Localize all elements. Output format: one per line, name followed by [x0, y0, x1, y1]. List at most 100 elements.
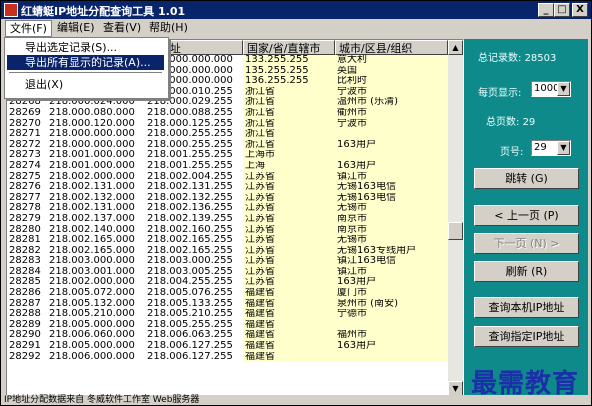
table-row[interactable]: 28285 218.002.000.000 218.004.255.255 江苏省 16…: [7, 277, 448, 289]
query-specified-ip-button[interactable]: 查询指定IP地址: [474, 326, 579, 347]
row-city: 163用户: [335, 160, 448, 172]
row-region: 江苏省: [243, 171, 335, 183]
table-row[interactable]: 28270 218.000.120.000 218.000.125.255 浙江省 宁波…: [7, 118, 448, 130]
menu-file[interactable]: 文件(F): [5, 20, 52, 37]
row-index: 28281: [9, 235, 41, 246]
dragonfly-icon: [4, 3, 18, 17]
table-row[interactable]: 28286 218.005.072.000 218.005.076.255 福建省 厦门…: [7, 288, 448, 299]
row-city: 163用户: [335, 341, 448, 352]
table-row[interactable]: 28290 218.006.060.000 218.006.063.255 福建省 福州…: [7, 330, 448, 342]
table-row[interactable]: 28277 218.002.132.000 218.002.132.255 江苏省 无锡…: [7, 192, 448, 204]
row-start-ip: 218.002.000.000: [49, 277, 135, 288]
page-number-select[interactable]: 29 ▼: [531, 140, 571, 156]
row-start-ip: 218.001.000.000: [49, 160, 135, 171]
table-row[interactable]: 28271 218.000.000.000 218.000.255.255 浙江省: [7, 129, 448, 140]
title-bar: 红蜻蜓IP地址分配查询工具 1.01 _ □ X: [1, 1, 591, 19]
table-row[interactable]: 28280 218.002.140.000 218.002.160.255 江苏省 南京…: [7, 224, 448, 236]
table-row[interactable]: 28273 218.001.000.000 218.001.255.255 上海市: [7, 150, 448, 161]
row-start-ip: 218.006.060.000: [49, 330, 135, 341]
row-city: 英国: [335, 65, 448, 77]
row-region: 浙江省: [243, 129, 335, 140]
table-row[interactable]: 28279 218.002.137.000 218.002.139.255 江苏省 南京…: [7, 213, 448, 225]
vertical-scrollbar[interactable]: ▲ ▼: [448, 40, 463, 396]
row-start-ip: 218.002.131.000: [49, 203, 135, 214]
dropdown-arrow-icon[interactable]: ▼: [557, 82, 570, 96]
row-index: 28278: [9, 203, 41, 214]
minimize-button[interactable]: _: [538, 3, 554, 17]
table-row[interactable]: 28292 218.006.000.000 218.006.127.255 福建省: [7, 351, 448, 363]
table-row[interactable]: 28275 218.002.000.000 218.002.004.255 江苏省 镇江…: [7, 171, 448, 183]
row-city: 无锡163专线用户: [335, 245, 448, 257]
menu-view[interactable]: 查看(V): [99, 20, 145, 36]
row-city: 无锡163电信: [335, 182, 448, 193]
row-region: 福建省: [243, 341, 335, 352]
table-row[interactable]: 28283 218.003.000.000 218.003.000.255 江苏省 镇江…: [7, 256, 448, 267]
menu-help[interactable]: 帮助(H): [145, 20, 192, 36]
table-row[interactable]: 28281 218.002.165.000 218.002.165.255 江苏省 无锡…: [7, 235, 448, 246]
row-start-ip: 218.002.165.000: [49, 245, 135, 256]
row-start-ip: 218.006.000.000: [49, 351, 135, 362]
table-row[interactable]: 28278 218.002.131.000 218.002.136.255 江苏省 无锡…: [7, 203, 448, 214]
column-header-region[interactable]: 国家/省/直辖市: [243, 40, 335, 55]
row-index: 28288: [9, 309, 41, 320]
jump-button[interactable]: 跳转 (G): [474, 168, 579, 189]
row-index: 28271: [9, 129, 41, 140]
table-row[interactable]: 28269 218.000.080.000 218.000.088.255 浙江省 衢州…: [7, 107, 448, 119]
close-button[interactable]: X: [572, 3, 588, 17]
previous-page-button[interactable]: < 上一页 (P): [474, 205, 579, 226]
row-index: 28269: [9, 107, 41, 118]
row-index: 28286: [9, 288, 41, 299]
row-start-ip: 218.002.140.000: [49, 224, 135, 235]
row-region: 浙江省: [243, 118, 335, 130]
table-row[interactable]: 28287 218.005.132.000 218.005.133.255 福建省 泉州…: [7, 298, 448, 310]
row-index: 28292: [9, 351, 41, 362]
per-page-select[interactable]: 1000 ▼: [531, 81, 571, 97]
dropdown-arrow-icon[interactable]: ▼: [557, 141, 570, 155]
menu-edit[interactable]: 编辑(E): [53, 20, 99, 36]
row-index: 28279: [9, 213, 41, 224]
exit-item[interactable]: 退出(X): [7, 77, 164, 92]
total-records-label: 总记录数: 28503: [478, 53, 557, 64]
per-page-label: 每页显示:: [478, 88, 522, 99]
row-start-ip: 218.002.165.000: [49, 235, 135, 246]
row-region: 133.255.255: [243, 55, 335, 66]
row-start-ip: 218.000.000.000: [49, 139, 135, 150]
table-row[interactable]: 28291 218.005.000.000 218.006.127.255 福建省 16…: [7, 341, 448, 352]
row-region: 上海: [243, 160, 335, 172]
export-all-records-item[interactable]: 导出所有显示的记录(A)...: [7, 55, 164, 70]
table-row[interactable]: 28288 218.005.210.000 218.005.210.255 福建省 宁德…: [7, 309, 448, 320]
total-pages-label: 总页数: 29: [486, 117, 536, 128]
column-header-city[interactable]: 城市/区县/组织: [335, 40, 448, 55]
status-bar: IP地址分配数据来自 冬威软件工作室 Web服务器: [1, 395, 591, 405]
table-body: 28264218.000.000.000133.255.255意大利282652…: [7, 55, 448, 396]
scroll-up-arrow-icon[interactable]: ▲: [448, 40, 463, 55]
row-end-ip: 218.000.255.255: [147, 129, 233, 140]
export-selected-records-item[interactable]: 导出选定记录(S)...: [7, 40, 164, 55]
table-row[interactable]: 28282 218.002.165.000 218.002.165.255 江苏省 无锡…: [7, 245, 448, 257]
row-city: 比利时: [335, 76, 448, 87]
row-start-ip: 218.000.120.000: [49, 118, 135, 129]
row-city: 163用户: [335, 139, 448, 151]
scroll-thumb[interactable]: [448, 222, 463, 240]
refresh-button[interactable]: 刷新 (R): [474, 261, 579, 282]
row-city: 衢州市: [335, 107, 448, 119]
table-row[interactable]: 28289 218.005.000.000 218.005.255.255 福建省: [7, 319, 448, 331]
maximize-button[interactable]: □: [554, 3, 570, 17]
table-row[interactable]: 28274 218.001.000.000 218.001.255.255 上海 163…: [7, 160, 448, 172]
row-end-ip: 218.003.005.255: [147, 266, 233, 277]
row-start-ip: 218.005.210.000: [49, 309, 135, 320]
window-title: 红蜻蜓IP地址分配查询工具 1.01: [21, 5, 186, 18]
row-end-ip: 218.002.004.255: [147, 171, 233, 182]
scroll-down-arrow-icon[interactable]: ▼: [448, 381, 463, 396]
row-city: [335, 129, 448, 140]
next-page-button[interactable]: 下一页 (N) >: [474, 233, 579, 254]
row-index: 28284: [9, 266, 41, 277]
query-local-ip-button[interactable]: 查询本机IP地址: [474, 297, 579, 318]
table-row[interactable]: 28276 218.002.131.000 218.002.131.255 江苏省 无锡…: [7, 182, 448, 193]
row-city: 无锡163电信: [335, 192, 448, 204]
row-index: 28274: [9, 160, 41, 171]
table-row[interactable]: 28284 218.003.001.000 218.003.005.255 江苏省 镇江…: [7, 266, 448, 278]
row-index: 28276: [9, 182, 41, 193]
table-row[interactable]: 28272 218.000.000.000 218.000.255.255 浙江省 16…: [7, 139, 448, 151]
row-region: 江苏省: [243, 224, 335, 236]
